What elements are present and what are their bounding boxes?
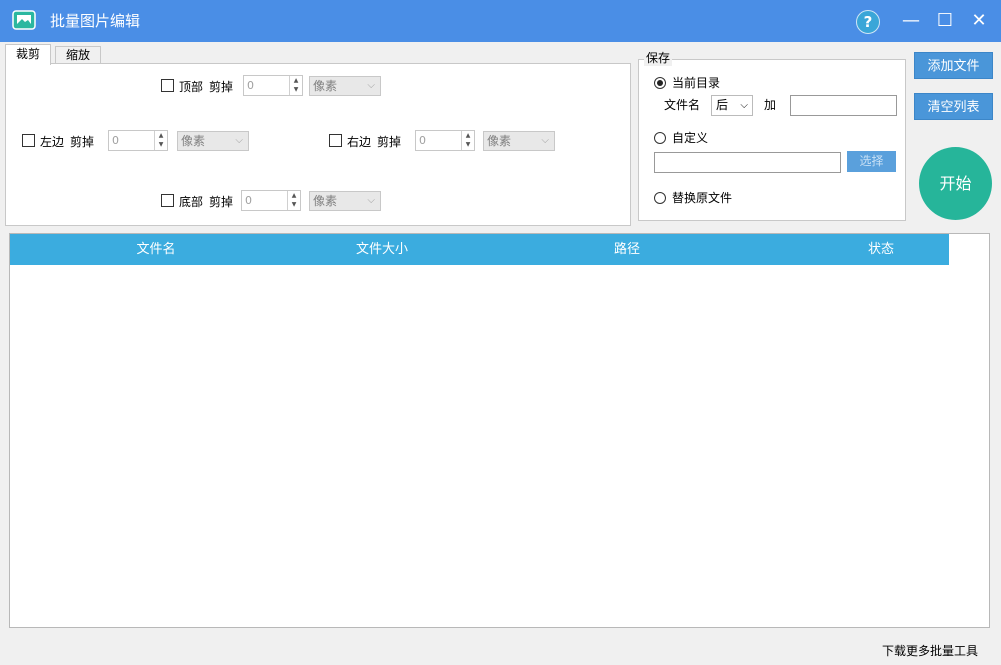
crop-left-unit-select[interactable]: 像素 ⌵ (177, 131, 249, 151)
current-dir-radio[interactable] (654, 77, 666, 89)
app-image-icon (12, 10, 36, 30)
crop-right-label: 右边 (347, 135, 372, 149)
crop-bottom-checkbox[interactable] (161, 194, 174, 207)
column-header-filename[interactable]: 文件名 (106, 234, 206, 265)
title-bar: 批量图片编辑 ? — ☐ ✕ (0, 0, 1001, 42)
crop-right-unit-select[interactable]: 像素 ⌵ (483, 131, 555, 151)
crop-right-checkbox[interactable] (329, 134, 342, 147)
filename-label: 文件名 (664, 98, 701, 112)
chevron-down-icon: ⌵ (235, 135, 243, 146)
custom-dir-radio[interactable] (654, 132, 666, 144)
close-button[interactable]: ✕ (967, 8, 991, 34)
crop-right-cut-label: 剪掉 (377, 135, 402, 149)
chevron-down-icon: ⌵ (740, 100, 748, 111)
replace-original-radio[interactable] (654, 192, 666, 204)
custom-path-input[interactable] (654, 152, 841, 173)
chevron-down-icon: ⌵ (367, 80, 375, 91)
maximize-button[interactable]: ☐ (933, 8, 957, 34)
crop-left-label: 左边 (40, 135, 65, 149)
download-more-tools-link[interactable]: 下载更多批量工具 (882, 642, 978, 659)
add-files-button[interactable]: 添加文件 (914, 52, 993, 79)
add-label: 加 (764, 98, 777, 112)
minimize-button[interactable]: — (899, 8, 923, 34)
column-header-filesize[interactable]: 文件大小 (332, 234, 432, 265)
choose-folder-button[interactable]: 选择 (847, 151, 896, 172)
custom-dir-label: 自定义 (672, 131, 709, 145)
column-header-path[interactable]: 路径 (577, 234, 677, 265)
current-dir-label: 当前目录 (672, 76, 721, 90)
save-legend: 保存 (644, 50, 673, 66)
window-title: 批量图片编辑 (50, 12, 141, 30)
crop-bottom-label: 底部 (179, 195, 204, 209)
tab-scale[interactable]: 缩放 (55, 46, 101, 64)
spinner-arrows-icon[interactable]: ▲ ▼ (154, 131, 167, 150)
crop-bottom-cut-label: 剪掉 (209, 195, 234, 209)
crop-top-checkbox[interactable] (161, 79, 174, 92)
filename-suffix-input[interactable] (790, 95, 897, 116)
crop-top-cut-label: 剪掉 (209, 80, 234, 94)
crop-left-spinner[interactable]: 0 ▲ ▼ (108, 130, 168, 151)
start-button[interactable]: 开始 (919, 147, 992, 220)
chevron-down-icon: ⌵ (367, 195, 375, 206)
clear-list-button[interactable]: 清空列表 (914, 93, 993, 120)
spinner-arrows-icon[interactable]: ▲ ▼ (289, 76, 302, 95)
crop-top-unit-select[interactable]: 像素 ⌵ (309, 76, 381, 96)
crop-bottom-unit-select[interactable]: 像素 ⌵ (309, 191, 381, 211)
chevron-down-icon: ⌵ (541, 135, 549, 146)
crop-top-spinner[interactable]: 0 ▲ ▼ (243, 75, 303, 96)
spinner-arrows-icon[interactable]: ▲ ▼ (287, 191, 300, 210)
filename-position-select[interactable]: 后 ⌵ (711, 95, 753, 116)
table-header: 文件名 文件大小 路径 状态 (10, 234, 949, 265)
file-list-table[interactable]: 文件名 文件大小 路径 状态 (9, 233, 990, 628)
column-header-status[interactable]: 状态 (831, 234, 931, 265)
crop-panel: 顶部 剪掉 0 ▲ ▼ 像素 ⌵ 左边 剪掉 0 ▲ ▼ 像素 ⌵ 右边 剪掉 0 ▲ ▼… (5, 63, 631, 226)
crop-bottom-spinner[interactable]: 0 ▲ ▼ (241, 190, 301, 211)
help-button[interactable]: ? (856, 10, 880, 34)
crop-left-checkbox[interactable] (22, 134, 35, 147)
replace-original-label: 替换原文件 (672, 191, 733, 205)
tab-crop[interactable]: 裁剪 (5, 44, 51, 65)
crop-right-spinner[interactable]: 0 ▲ ▼ (415, 130, 475, 151)
spinner-arrows-icon[interactable]: ▲ ▼ (461, 131, 474, 150)
crop-left-cut-label: 剪掉 (70, 135, 95, 149)
crop-top-label: 顶部 (179, 80, 204, 94)
